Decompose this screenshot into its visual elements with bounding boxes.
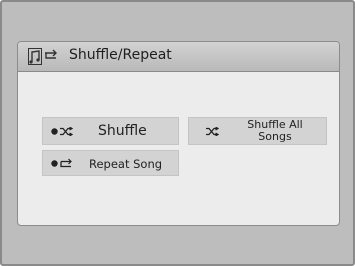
selected-indicator-icon bbox=[51, 128, 58, 135]
repeat-song-label: Repeat Song bbox=[89, 157, 163, 171]
music-repeat-icon bbox=[28, 48, 57, 65]
shuffle-icon bbox=[206, 127, 219, 136]
selected-indicator-icon bbox=[51, 160, 58, 167]
screen-title: Shuffle/Repeat bbox=[69, 47, 172, 63]
repeat-song-option[interactable]: Repeat Song bbox=[42, 150, 179, 176]
shuffle-repeat-screen: Shuffle/Repeat Shuffle Shuffle All Songs bbox=[17, 41, 340, 226]
shuffle-icon bbox=[60, 127, 73, 136]
shuffle-all-songs-option[interactable]: Shuffle All Songs bbox=[188, 117, 327, 145]
shuffle-label: Shuffle bbox=[98, 123, 147, 139]
shuffle-all-songs-label: Shuffle All Songs bbox=[247, 118, 303, 143]
shuffle-option[interactable]: Shuffle bbox=[42, 117, 179, 145]
repeat-icon bbox=[60, 158, 72, 168]
screen-title-bar: Shuffle/Repeat bbox=[18, 42, 339, 72]
